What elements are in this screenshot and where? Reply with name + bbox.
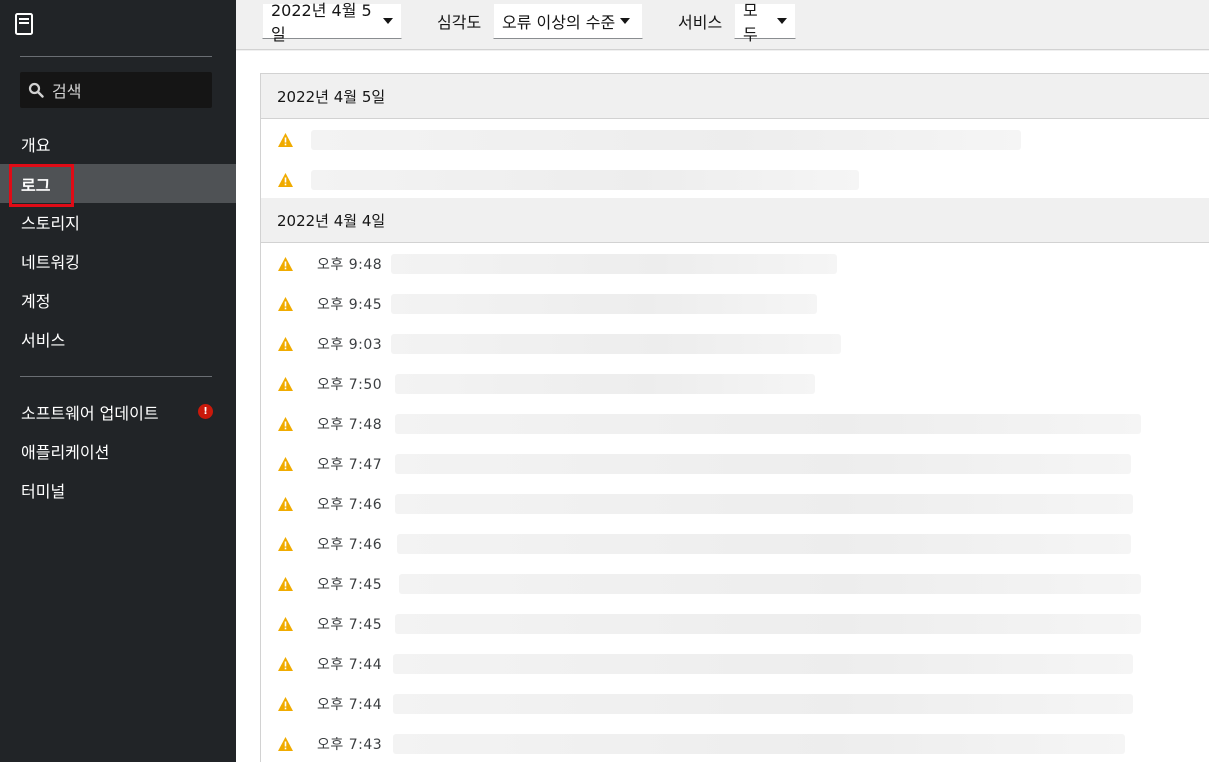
- severity-label: 심각도: [437, 13, 482, 32]
- server-icon[interactable]: [14, 12, 34, 36]
- redacted-message: [395, 494, 1133, 514]
- nav-item-networking[interactable]: 네트워킹: [0, 241, 236, 280]
- warning-icon: [278, 377, 293, 391]
- nav-item-terminal[interactable]: 터미널: [0, 470, 236, 509]
- search-placeholder: 검색: [52, 82, 82, 101]
- log-entry[interactable]: 오후 7:48: [261, 404, 1209, 444]
- warning-icon: [278, 577, 293, 591]
- log-entry[interactable]: 오후 9:48: [261, 244, 1209, 284]
- severity-dropdown[interactable]: 오류 이상의 수준: [493, 3, 643, 39]
- log-time: 오후 7:50: [317, 377, 383, 393]
- severity-value: 오류 이상의 수준: [502, 13, 616, 32]
- warning-icon: [278, 497, 293, 511]
- log-time: 오후 7:46: [317, 497, 383, 513]
- log-entry[interactable]: 오후 7:44: [261, 644, 1209, 684]
- log-entry[interactable]: 오후 7:45: [261, 564, 1209, 604]
- redacted-message: [391, 294, 817, 314]
- nav-item-overview[interactable]: 개요: [0, 124, 236, 163]
- warning-icon: [278, 133, 293, 147]
- highlight-box: [9, 164, 74, 207]
- log-entry[interactable]: 오후 7:50: [261, 364, 1209, 404]
- caret-down-icon: [383, 18, 393, 24]
- warning-icon: [278, 697, 293, 711]
- service-label: 서비스: [678, 13, 723, 32]
- log-entry[interactable]: [261, 160, 1209, 200]
- sidebar-divider: [20, 56, 212, 57]
- redacted-message: [395, 414, 1141, 434]
- log-list: 2022년 4월 5일 2022년 4월 4일 오후 9:48 오후 9:45 …: [260, 73, 1209, 762]
- redacted-message: [399, 574, 1141, 594]
- log-entry[interactable]: 오후 7:46: [261, 524, 1209, 564]
- log-entry[interactable]: [261, 120, 1209, 160]
- nav-item-storage[interactable]: 스토리지: [0, 202, 236, 241]
- search-icon: [28, 82, 44, 98]
- log-time: 오후 7:44: [317, 697, 383, 713]
- log-time: 오후 7:48: [317, 417, 383, 433]
- log-time: 오후 7:47: [317, 457, 383, 473]
- service-value: 모두: [743, 1, 758, 44]
- redacted-message: [311, 130, 1021, 150]
- caret-down-icon: [620, 18, 631, 24]
- log-time: 오후 7:45: [317, 577, 383, 593]
- log-time: 오후 7:46: [317, 537, 383, 553]
- warning-icon: [278, 173, 293, 187]
- day-header: 2022년 4월 5일: [261, 74, 1209, 119]
- log-time: 오후 7:45: [317, 617, 383, 633]
- warning-icon: [278, 417, 293, 431]
- log-time: 오후 9:45: [317, 297, 383, 313]
- redacted-message: [393, 734, 1125, 754]
- log-entry[interactable]: 오후 7:46: [261, 484, 1209, 524]
- redacted-message: [311, 170, 859, 190]
- warning-icon: [278, 457, 293, 471]
- warning-icon: [278, 257, 293, 271]
- sidebar: 검색 개요 로그 스토리지 네트워킹 계정 서비스 소프트웨어 업데이트 ! 애…: [0, 0, 236, 762]
- date-value: 2022년 4월 5일: [271, 1, 372, 44]
- redacted-message: [391, 334, 841, 354]
- log-time: 오후 7:43: [317, 737, 383, 753]
- redacted-message: [395, 374, 815, 394]
- log-entry[interactable]: 오후 7:47: [261, 444, 1209, 484]
- filter-toolbar: 2022년 4월 5일 심각도 오류 이상의 수준 서비스 모두: [236, 0, 1209, 50]
- warning-icon: [278, 617, 293, 631]
- sidebar-divider: [20, 376, 212, 377]
- redacted-message: [393, 654, 1133, 674]
- nav-item-accounts[interactable]: 계정: [0, 280, 236, 319]
- warning-icon: [278, 297, 293, 311]
- warning-icon: [278, 737, 293, 751]
- log-entry[interactable]: 오후 7:44: [261, 684, 1209, 724]
- warning-icon: [278, 657, 293, 671]
- redacted-message: [395, 614, 1141, 634]
- search-input[interactable]: 검색: [20, 72, 212, 108]
- warning-icon: [278, 337, 293, 351]
- service-dropdown[interactable]: 모두: [734, 1, 796, 44]
- log-time: 오후 7:44: [317, 657, 383, 673]
- log-entry[interactable]: 오후 9:45: [261, 284, 1209, 324]
- log-time: 오후 9:03: [317, 337, 383, 353]
- caret-down-icon: [777, 18, 787, 24]
- main-content: 2022년 4월 5일 2022년 4월 4일 오후 9:48 오후 9:45 …: [236, 51, 1209, 762]
- log-entry[interactable]: 오후 7:43: [261, 724, 1209, 762]
- redacted-message: [393, 694, 1133, 714]
- log-entry[interactable]: 오후 7:45: [261, 604, 1209, 644]
- nav-item-applications[interactable]: 애플리케이션: [0, 431, 236, 470]
- redacted-message: [395, 454, 1131, 474]
- warning-icon: [278, 537, 293, 551]
- date-dropdown[interactable]: 2022년 4월 5일: [262, 1, 402, 44]
- redacted-message: [391, 254, 837, 274]
- day-header: 2022년 4월 4일: [261, 198, 1209, 243]
- redacted-message: [397, 534, 1131, 554]
- nav-item-services[interactable]: 서비스: [0, 319, 236, 358]
- log-time: 오후 9:48: [317, 257, 383, 273]
- update-alert-icon: !: [198, 404, 213, 419]
- log-entry[interactable]: 오후 9:03: [261, 324, 1209, 364]
